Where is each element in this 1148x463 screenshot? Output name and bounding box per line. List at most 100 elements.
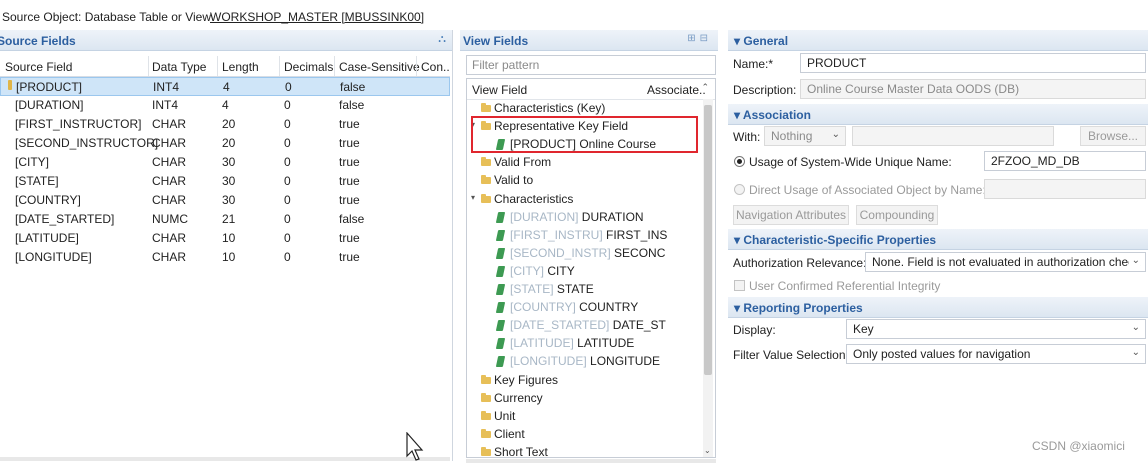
case-sensitive-cell: false — [339, 98, 365, 112]
decimals-cell: 0 — [284, 136, 291, 150]
source-object-link[interactable]: WORKSHOP_MASTER [MBUSSINK00] — [210, 10, 424, 24]
col-case-sensitive[interactable]: Case-Sensitive — [339, 60, 420, 74]
technical-name: [STATE] — [510, 282, 554, 296]
table-row[interactable]: [LATITUDE] CHAR 10 0 true — [0, 229, 450, 248]
association-object-field[interactable] — [852, 126, 1054, 146]
hierarchy-icon[interactable]: ⛬ — [438, 33, 446, 46]
data-type-cell: NUMC — [152, 212, 188, 226]
table-row[interactable]: [LONGITUDE] CHAR 10 0 true — [0, 248, 450, 267]
compounding-button[interactable]: Compounding — [856, 205, 938, 225]
table-row[interactable]: [FIRST_INSTRUCTOR] CHAR 20 0 true — [0, 115, 450, 134]
table-row[interactable]: [PRODUCT] INT4 4 0 false — [0, 77, 450, 96]
col-con[interactable]: Con.. — [421, 60, 450, 74]
data-type-cell: CHAR — [152, 231, 187, 245]
item-text: Valid From — [494, 155, 552, 170]
chevron-up-icon[interactable]: ⌃ — [701, 82, 709, 93]
tree-item-label: Short Text — [494, 445, 548, 457]
horizontal-scrollbar[interactable] — [466, 459, 716, 463]
with-select[interactable]: Nothing ⌄ — [764, 126, 846, 146]
tree-item-label: [COUNTRY] COUNTRY — [510, 300, 638, 314]
tree-item-label: Unit — [494, 409, 515, 423]
data-type-cell: CHAR — [152, 155, 187, 169]
browse-button[interactable]: Browse... — [1080, 126, 1146, 146]
mouse-cursor-icon — [406, 432, 424, 461]
key-icon — [8, 80, 12, 90]
scrollbar-thumb[interactable] — [704, 105, 712, 375]
tree-item-label: Key Figures — [494, 373, 558, 387]
expand-triangle-icon[interactable]: ▾ — [471, 193, 479, 202]
technical-name: [SECOND_INSTR] — [510, 245, 611, 260]
item-text: COUNTRY — [579, 300, 639, 315]
table-row[interactable]: [DATE_STARTED] NUMC 21 0 false — [0, 210, 450, 229]
field-icon — [495, 320, 506, 332]
characteristic-properties-header[interactable]: ▾ Characteristic-Specific Properties — [728, 229, 1148, 250]
characteristic-properties-title: ▾ Characteristic-Specific Properties — [734, 233, 937, 247]
field-icon — [495, 229, 506, 241]
tree-item-label: Characteristics (Key) — [494, 101, 605, 115]
with-label: With: — [733, 130, 761, 144]
tree-item-label: [LONGITUDE] LONGITUDE — [510, 354, 660, 368]
tree-item-label: [DATE_STARTED] DATE_ST — [510, 318, 666, 332]
name-field[interactable]: PRODUCT — [800, 53, 1146, 73]
col-view-field[interactable]: View Field — [472, 83, 527, 97]
authorization-select[interactable]: None. Field is not evaluated in authoriz… — [865, 252, 1146, 272]
source-field-name-cell: [STATE] — [15, 174, 59, 188]
source-object-label: Source Object: Database Table or View — [2, 10, 212, 24]
table-row[interactable]: [CITY] CHAR 30 0 true — [0, 153, 450, 172]
decimals-cell: 0 — [284, 212, 291, 226]
source-field-name-cell: [DURATION] — [15, 98, 84, 112]
referential-integrity-checkbox[interactable] — [734, 280, 745, 291]
col-source-field[interactable]: Source Field — [5, 60, 72, 74]
chevron-down-icon[interactable]: ⌄ — [704, 446, 711, 455]
table-row[interactable]: [SECOND_INSTRUCTOR] CHAR 20 0 true — [0, 134, 450, 153]
direct-usage-label: Direct Usage of Associated Object by Nam… — [749, 183, 986, 197]
data-type-cell: INT4 — [152, 98, 179, 112]
col-length[interactable]: Length — [222, 60, 259, 74]
view-fields-pane: View Fields ⊞⊟ View Field Associate.. ⌃ … — [460, 30, 718, 463]
horizontal-scrollbar[interactable] — [0, 457, 450, 461]
referential-integrity-label: User Confirmed Referential Integrity — [749, 279, 941, 293]
length-cell: 30 — [222, 174, 236, 188]
navigation-attributes-button[interactable]: Navigation Attributes — [733, 205, 849, 225]
table-row[interactable]: [COUNTRY] CHAR 30 0 true — [0, 191, 450, 210]
direct-usage-radio[interactable] — [734, 184, 745, 195]
case-sensitive-cell: true — [339, 136, 360, 150]
source-field-name-cell: [LATITUDE] — [15, 231, 79, 245]
expand-collapse-icons[interactable]: ⊞⊟ — [687, 33, 712, 44]
reporting-properties-title: ▾ Reporting Properties — [734, 301, 863, 315]
association-header[interactable]: ▾ Association — [728, 104, 1148, 125]
decimals-cell: 0 — [284, 250, 291, 264]
technical-name: [LATITUDE] — [510, 336, 574, 351]
general-header[interactable]: ▾ General — [728, 30, 1148, 51]
field-icon — [495, 211, 506, 223]
tree-item-label: [FIRST_INSTRU] FIRST_INS — [510, 228, 667, 242]
case-sensitive-cell: true — [339, 155, 360, 169]
table-row[interactable]: [DURATION] INT4 4 0 false — [0, 96, 450, 115]
description-field[interactable]: Online Course Master Data OODS (DB) — [800, 79, 1146, 99]
length-cell: 4 — [223, 80, 230, 94]
technical-name: [CITY] — [510, 263, 545, 278]
tree-item-label: Currency — [494, 391, 543, 405]
direct-usage-field[interactable] — [984, 179, 1146, 199]
source-field-name-cell: [FIRST_INSTRUCTOR] — [15, 117, 142, 131]
col-associate[interactable]: Associate.. — [647, 83, 706, 97]
folder-icon — [481, 175, 491, 185]
reporting-properties-header[interactable]: ▾ Reporting Properties — [728, 297, 1148, 318]
usage-unique-name-radio[interactable] — [734, 156, 745, 167]
display-select[interactable]: Key ⌄ — [846, 319, 1146, 339]
filter-pattern-input[interactable] — [466, 55, 716, 75]
vertical-scrollbar[interactable]: ⌄ — [703, 99, 713, 457]
item-text: Client — [494, 426, 525, 441]
with-value: Nothing — [771, 129, 813, 143]
tree-item-label: Characteristics — [494, 192, 573, 206]
chevron-down-icon: ⌄ — [1131, 347, 1140, 358]
filter-value-select[interactable]: Only posted values for navigation ⌄ — [846, 344, 1146, 364]
field-icon — [495, 284, 506, 295]
col-data-type[interactable]: Data Type — [152, 60, 206, 74]
unique-name-field[interactable]: 2FZOO_MD_DB — [984, 151, 1146, 171]
technical-name: [DURATION] — [510, 209, 579, 224]
col-decimals[interactable]: Decimals — [284, 60, 333, 74]
table-row[interactable]: [STATE] CHAR 30 0 true — [0, 172, 450, 191]
filter-value-label: Filter Value Selection: — [733, 348, 849, 362]
item-text: Unit — [494, 408, 516, 423]
